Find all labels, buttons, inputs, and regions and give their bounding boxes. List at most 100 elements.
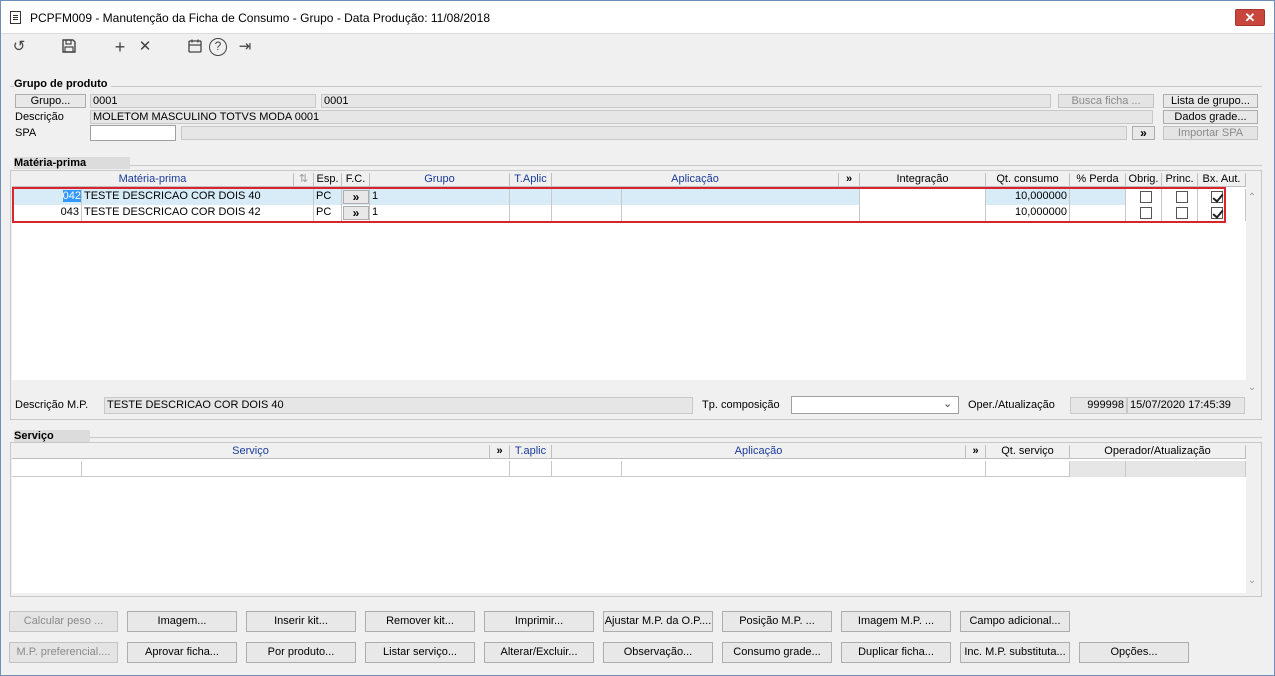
servico-scroll-down-icon[interactable]: ⌄ — [1247, 575, 1257, 586]
grupo-code-field[interactable]: 0001 — [90, 94, 316, 108]
integracao-cell[interactable] — [860, 189, 986, 205]
por-produto-button[interactable]: Por produto... — [246, 642, 356, 663]
perda-cell[interactable] — [1070, 189, 1126, 205]
obrig-checkbox[interactable] — [1140, 191, 1152, 203]
col-servico-aplicacao[interactable]: Aplicação — [552, 445, 966, 459]
servico-desc-cell[interactable] — [82, 461, 510, 477]
busca-ficha-button[interactable]: Busca ficha ... — [1058, 94, 1154, 108]
aplicacao-desc-cell[interactable] — [622, 205, 860, 221]
materia-desc-cell[interactable]: TESTE DESCRICAO COR DOIS 42 — [82, 205, 314, 221]
grupo-cell[interactable]: 1 — [370, 189, 510, 205]
servico-aplic-desc-cell[interactable] — [622, 461, 986, 477]
aplicacao-code-cell[interactable] — [552, 189, 622, 205]
chevron-down-icon[interactable]: ⌄ — [943, 397, 952, 410]
alterar-excluir-button[interactable]: Alterar/Excluir... — [484, 642, 594, 663]
col-more-button[interactable]: » — [839, 173, 860, 187]
qt-consumo-cell[interactable]: 10,000000 — [986, 205, 1070, 221]
dados-grade-button[interactable]: Dados grade... — [1163, 110, 1258, 124]
calendar-icon[interactable] — [185, 38, 205, 56]
princ-checkbox[interactable] — [1176, 207, 1188, 219]
imagem-mp-button[interactable]: Imagem M.P. ... — [841, 611, 951, 632]
add-icon[interactable]: + — [110, 38, 130, 56]
materia-code-cell[interactable]: 042 — [12, 189, 82, 205]
table-row[interactable]: 042 TESTE DESCRICAO COR DOIS 40 PC » 1 1… — [12, 189, 1246, 205]
aplicacao-code-cell[interactable] — [552, 205, 622, 221]
col-integracao[interactable]: Integração — [860, 173, 986, 187]
grupo-button[interactable]: Grupo... — [15, 94, 86, 108]
col-aplicacao[interactable]: Aplicação — [552, 173, 839, 187]
lista-grupo-button[interactable]: Lista de grupo... — [1163, 94, 1258, 108]
col-qt-consumo[interactable]: Qt. consumo — [986, 173, 1070, 187]
col-princ[interactable]: Princ. — [1162, 173, 1198, 187]
bxaut-checkbox[interactable] — [1211, 207, 1223, 219]
grupo-cell[interactable]: 1 — [370, 205, 510, 221]
aplicacao-more-button[interactable]: » — [966, 445, 986, 459]
listar-servico-button[interactable]: Listar serviço... — [365, 642, 475, 663]
save-icon[interactable] — [59, 38, 79, 56]
materia-code-cell[interactable]: 043 — [12, 205, 82, 221]
ajustar-mp-op-button[interactable]: Ajustar M.P. da O.P.... — [603, 611, 713, 632]
imagem-button[interactable]: Imagem... — [127, 611, 237, 632]
sort-icon[interactable]: ⇅ — [294, 173, 314, 187]
help-icon[interactable]: ? — [209, 38, 227, 56]
opcoes-button[interactable]: Opções... — [1079, 642, 1189, 663]
col-bx-aut[interactable]: Bx. Aut. — [1198, 173, 1246, 187]
table-row[interactable] — [12, 461, 1246, 477]
qt-consumo-cell[interactable]: 10,000000 — [986, 189, 1070, 205]
aplicacao-desc-cell[interactable] — [622, 189, 860, 205]
col-perda[interactable]: % Perda — [1070, 173, 1126, 187]
servico-taplic-cell[interactable] — [510, 461, 552, 477]
observacao-button[interactable]: Observação... — [603, 642, 713, 663]
fc-button[interactable]: » — [343, 206, 369, 220]
esp-cell[interactable]: PC — [314, 205, 342, 221]
close-button[interactable]: ✕ — [1235, 9, 1265, 26]
tp-composicao-select[interactable] — [791, 396, 959, 414]
obrig-checkbox[interactable] — [1140, 207, 1152, 219]
campo-adicional-button[interactable]: Campo adicional... — [960, 611, 1070, 632]
scroll-down-icon[interactable]: ⌄ — [1247, 382, 1257, 393]
col-fc[interactable]: F.C. — [342, 173, 370, 187]
spa-input[interactable] — [90, 125, 176, 141]
importar-spa-button[interactable]: Importar SPA — [1163, 126, 1258, 140]
fc-button[interactable]: » — [343, 190, 369, 204]
fc-cell[interactable]: » — [342, 205, 370, 221]
col-qt-servico[interactable]: Qt. serviço — [986, 445, 1070, 459]
col-materia-prima[interactable]: Matéria-prima — [12, 173, 294, 187]
remover-kit-button[interactable]: Remover kit... — [365, 611, 475, 632]
servico-code-cell[interactable] — [12, 461, 82, 477]
qt-servico-cell[interactable] — [986, 461, 1070, 477]
imprimir-button[interactable]: Imprimir... — [484, 611, 594, 632]
delete-icon[interactable]: ✕ — [135, 38, 155, 56]
bxaut-checkbox[interactable] — [1211, 191, 1223, 203]
materia-desc-cell[interactable]: TESTE DESCRICAO COR DOIS 40 — [82, 189, 314, 205]
spa-lookup-button[interactable]: » — [1132, 126, 1155, 140]
fc-cell[interactable]: » — [342, 189, 370, 205]
taplic-cell[interactable] — [510, 205, 552, 221]
consumo-grade-button[interactable]: Consumo grade... — [722, 642, 832, 663]
undo-icon[interactable]: ↺ — [9, 38, 29, 56]
inserir-kit-button[interactable]: Inserir kit... — [246, 611, 356, 632]
esp-cell[interactable]: PC — [314, 189, 342, 205]
table-row[interactable]: 043 TESTE DESCRICAO COR DOIS 42 PC » 1 1… — [12, 205, 1246, 221]
aprovar-ficha-button[interactable]: Aprovar ficha... — [127, 642, 237, 663]
taplic-cell[interactable] — [510, 189, 552, 205]
col-servico[interactable]: Serviço — [12, 445, 490, 459]
calcular-peso-button[interactable]: Calcular peso ... — [9, 611, 118, 632]
col-taplic[interactable]: T.Aplic — [510, 173, 552, 187]
col-esp[interactable]: Esp. — [314, 173, 342, 187]
princ-checkbox[interactable] — [1176, 191, 1188, 203]
servico-more-button[interactable]: » — [490, 445, 510, 459]
inc-mp-substituta-button[interactable]: Inc. M.P. substituta... — [960, 642, 1070, 663]
exit-icon[interactable]: ⇥ — [235, 38, 255, 56]
duplicar-ficha-button[interactable]: Duplicar ficha... — [841, 642, 951, 663]
col-obrig[interactable]: Obrig. — [1126, 173, 1162, 187]
perda-cell[interactable] — [1070, 205, 1126, 221]
posicao-mp-button[interactable]: Posição M.P. ... — [722, 611, 832, 632]
mp-preferencial-button[interactable]: M.P. preferencial.... — [9, 642, 118, 663]
servico-aplic-code-cell[interactable] — [552, 461, 622, 477]
col-servico-taplic[interactable]: T.aplic — [510, 445, 552, 459]
integracao-cell[interactable] — [860, 205, 986, 221]
col-grupo[interactable]: Grupo — [370, 173, 510, 187]
col-operador[interactable]: Operador/Atualização — [1070, 445, 1246, 459]
scroll-up-icon[interactable]: ⌃ — [1247, 192, 1257, 203]
